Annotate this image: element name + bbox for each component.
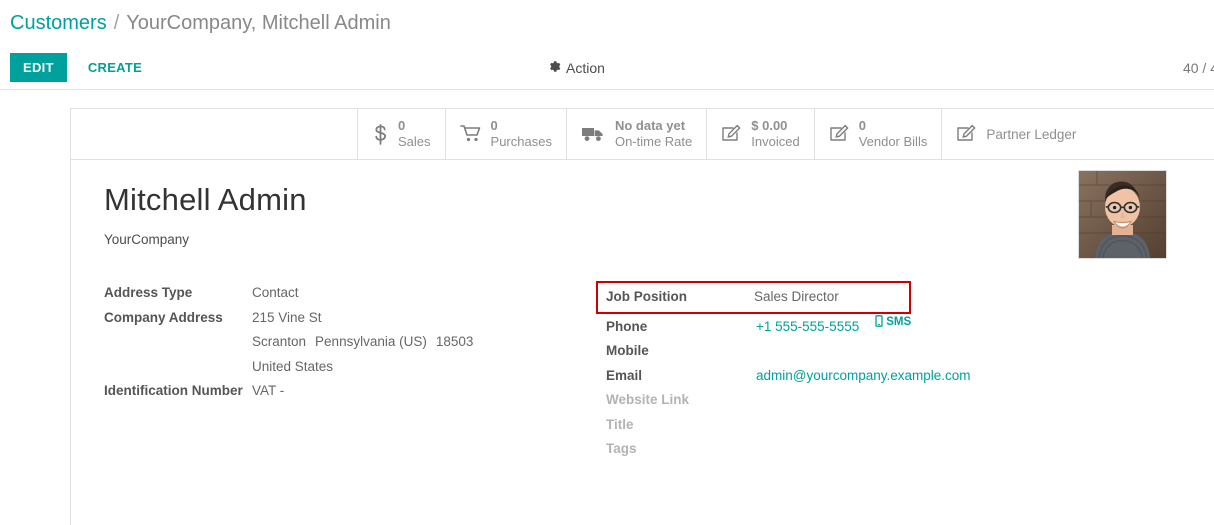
field-value[interactable]: Sales Director — [754, 285, 839, 310]
address-country: United States — [252, 358, 334, 374]
stat-button-sales[interactable]: 0 Sales — [357, 109, 445, 159]
stat-label: Sales — [398, 134, 431, 149]
field-tags: Tags — [606, 437, 1036, 462]
action-menu-label: Action — [566, 59, 605, 76]
stat-label: Invoiced — [751, 134, 800, 149]
field-address-type: Address Type Contact — [104, 281, 606, 306]
stat-label: Partner Ledger — [986, 126, 1077, 142]
breadcrumb-root-link[interactable]: Customers — [10, 12, 107, 35]
stat-button-bar: 0 Sales 0 Purchases No data yet On-time … — [71, 109, 1214, 160]
field-label: Identification Number — [104, 383, 243, 398]
address-city-line: Scranton Pennsylvania (US) 18503 — [252, 330, 482, 355]
stat-label: Vendor Bills — [858, 134, 928, 149]
address-value[interactable]: 215 Vine St Scranton Pennsylvania (US) 185… — [252, 306, 482, 380]
field-label: Tags — [606, 441, 637, 456]
field-mobile: Mobile — [606, 339, 1036, 364]
sms-button[interactable]: SMS — [875, 314, 912, 330]
field-company-address: Company Address 215 Vine St Scranton Penn… — [104, 306, 606, 380]
form-sheet: 0 Sales 0 Purchases No data yet On-time … — [70, 108, 1214, 525]
field-value[interactable]: Contact — [252, 281, 299, 306]
shopping-cart-icon — [459, 124, 482, 144]
address-zip: 18503 — [435, 334, 474, 349]
breadcrumb: Customers / YourCompany, Mitchell Admin — [0, 0, 1214, 46]
breadcrumb-current: YourCompany, Mitchell Admin — [126, 11, 391, 34]
email-link[interactable]: admin@yourcompany.example.com — [756, 364, 971, 389]
address-city: Scranton — [252, 334, 307, 349]
mobile-phone-icon — [875, 314, 883, 330]
field-label: Phone — [606, 318, 648, 334]
stat-button-purchases[interactable]: 0 Purchases — [444, 109, 566, 159]
dollar-icon — [372, 123, 389, 145]
create-button[interactable]: CREATE — [75, 53, 155, 82]
address-state: Pennsylvania (US) — [315, 334, 427, 349]
field-label: Title — [606, 416, 634, 432]
field-phone: Phone +1 555-555-5555 SMS — [606, 314, 1036, 340]
pencil-square-icon — [721, 124, 742, 144]
truck-icon — [581, 125, 606, 144]
edit-button[interactable]: EDIT — [10, 53, 67, 82]
stat-button-partner-ledger[interactable]: Partner Ledger — [941, 109, 1090, 159]
field-identification-number: Identification Number VAT - — [104, 379, 606, 404]
right-field-column: Job Position Sales Director Phone +1 555… — [596, 281, 1036, 462]
sheet-container: 0 Sales 0 Purchases No data yet On-time … — [0, 90, 1214, 525]
field-job-position: Job Position Sales Director — [606, 285, 901, 310]
stat-value: 0 — [858, 117, 866, 133]
sms-label: SMS — [886, 316, 912, 328]
stat-value: 0 — [398, 117, 406, 133]
pencil-square-icon — [956, 124, 977, 144]
record-body: Mitchell Admin YourCompany Address Type … — [71, 160, 1214, 462]
company-name: YourCompany — [104, 232, 190, 247]
control-panel: EDIT CREATE Action 40 / 4 — [0, 46, 1214, 90]
field-label: Email — [606, 367, 643, 383]
phone-link[interactable]: +1 555-555-5555 — [756, 315, 859, 340]
stat-value: No data yet — [614, 117, 686, 133]
stat-button-spacer — [71, 109, 357, 159]
field-label: Address Type — [104, 285, 193, 300]
address-street: 215 Vine St — [252, 309, 322, 325]
left-field-column: Address Type Contact Company Address 215… — [104, 281, 606, 462]
field-label: Mobile — [606, 343, 649, 358]
gear-icon — [548, 60, 561, 76]
field-groups: Address Type Contact Company Address 215… — [104, 281, 1214, 462]
page-title: Mitchell Admin — [104, 182, 307, 217]
stat-button-vendor-bills[interactable]: 0 Vendor Bills — [813, 109, 942, 159]
field-value[interactable]: VAT - — [252, 379, 284, 404]
field-label: Job Position — [606, 289, 687, 304]
field-email: Email admin@yourcompany.example.com — [606, 364, 1036, 389]
field-website-link: Website Link — [606, 388, 1036, 413]
field-label: Company Address — [104, 309, 223, 325]
stat-label: Purchases — [490, 134, 552, 149]
stat-label: On-time Rate — [614, 134, 693, 149]
field-title: Title — [606, 413, 1036, 438]
stat-button-invoiced[interactable]: $ 0.00 Invoiced — [706, 109, 813, 159]
breadcrumb-separator: / — [113, 11, 120, 34]
field-label: Website Link — [606, 392, 690, 407]
stat-value: $ 0.00 — [751, 117, 788, 133]
action-menu[interactable]: Action — [548, 60, 605, 76]
avatar — [1078, 170, 1167, 259]
pencil-square-icon — [829, 124, 850, 144]
pager[interactable]: 40 / 4 — [1183, 60, 1214, 76]
job-position-highlight: Job Position Sales Director — [596, 281, 911, 314]
stat-value: 0 — [490, 117, 498, 133]
stat-button-on-time-rate[interactable]: No data yet On-time Rate — [565, 109, 706, 159]
